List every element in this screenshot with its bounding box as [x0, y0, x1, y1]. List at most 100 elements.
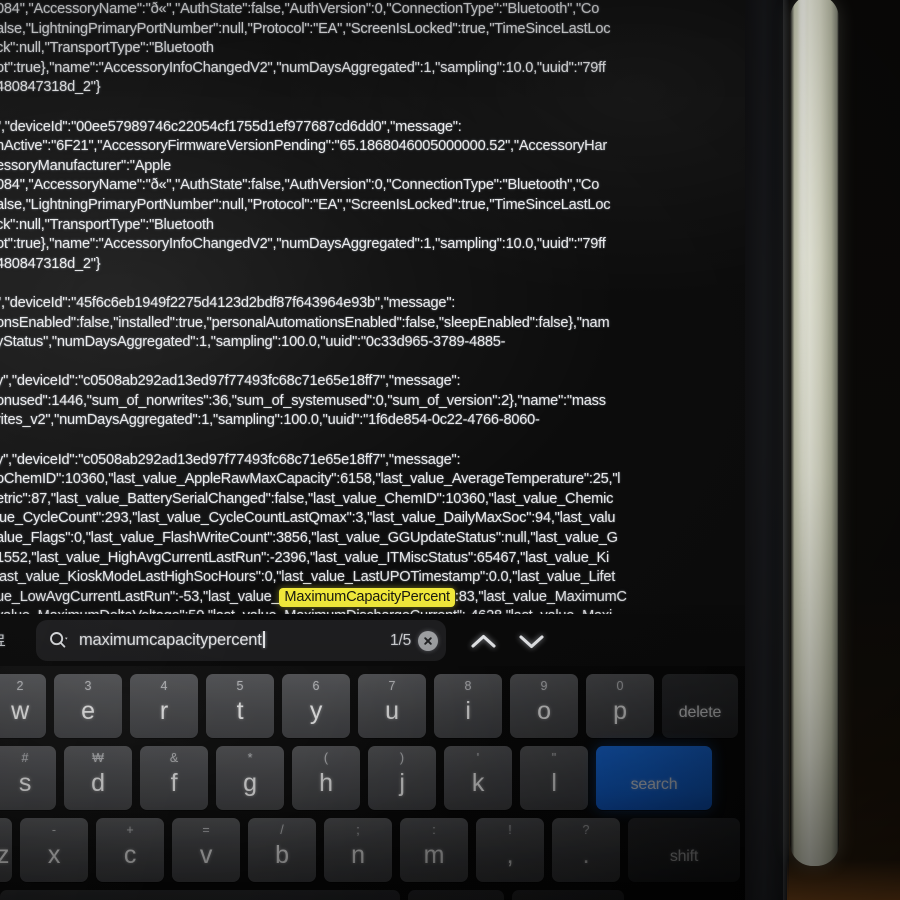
- key-y[interactable]: 6y: [282, 674, 350, 738]
- clear-search-icon[interactable]: [418, 630, 438, 651]
- log-line: 1552,"last_value_HighAvgCurrentLastRun":…: [0, 549, 610, 566]
- key-n[interactable]: ; n: [324, 818, 392, 882]
- key-label: l: [551, 769, 557, 797]
- find-input-container[interactable]: maximumcapacitypercent 1/5: [36, 620, 446, 661]
- log-line: ck":null,"TransportType":"Bluetooth: [0, 216, 214, 233]
- key-label: w: [11, 697, 29, 725]
- log-line: 084","AccessoryName":"ð«","AuthState":fa…: [0, 1, 600, 17]
- key-alt-label: /: [280, 823, 284, 837]
- key-alt-label: *: [247, 751, 253, 765]
- log-line: ot":true},"name":"AccessoryInfoChangedV2…: [0, 236, 606, 253]
- log-gap: [0, 431, 745, 451]
- key-alt-label: ?: [582, 823, 590, 837]
- key-m[interactable]: :m: [400, 818, 468, 882]
- key-alt-label: 9: [540, 679, 548, 693]
- key-blank-3-1[interactable]: [408, 890, 504, 900]
- search-input[interactable]: maximumcapacitypercent: [79, 631, 390, 650]
- key-label: o: [537, 697, 551, 725]
- key-label: n: [351, 841, 365, 869]
- key-s[interactable]: # s: [0, 746, 56, 810]
- key-e[interactable]: 3e: [54, 674, 122, 738]
- search-input-value: maximumcapacitypercent: [79, 631, 262, 649]
- key-label: p: [613, 697, 627, 725]
- keyboard-row-3: z - x + c = v / b; n: m!,?. shift: [0, 818, 745, 882]
- key-r[interactable]: 4r: [130, 674, 198, 738]
- key-l[interactable]: " l: [520, 746, 588, 810]
- log-line: y","deviceId":"c0508ab292ad13ed97f77493f…: [0, 451, 461, 468]
- json-log-viewport[interactable]: 084","AccessoryName":"ð«","AuthState":fa…: [0, 0, 745, 614]
- key-g[interactable]: * g: [216, 746, 284, 810]
- key-blank-3-2[interactable]: [512, 890, 624, 900]
- key-w[interactable]: 2w: [0, 674, 46, 738]
- key-alt-label: ': [476, 751, 480, 765]
- key-label: shift: [669, 848, 699, 865]
- key-alt-label: 8: [464, 679, 472, 693]
- key-label: k: [471, 769, 485, 797]
- device-screen: 084","AccessoryName":"ð«","AuthState":fa…: [0, 0, 745, 900]
- find-in-page-bar: 료 maximumcapacitypercent 1/5: [0, 614, 745, 666]
- key-alt-label: ;: [356, 823, 360, 837]
- find-next-button[interactable]: [510, 628, 552, 654]
- key-f[interactable]: & f: [140, 746, 208, 810]
- key-v[interactable]: = v: [172, 818, 240, 882]
- log-line: y","deviceId":"c0508ab292ad13ed97f77493f…: [0, 373, 461, 390]
- key-alt-label: ": [551, 751, 557, 765]
- log-line: onsEnabled":false,"installed":true,"pers…: [0, 314, 610, 331]
- key-k[interactable]: ' k: [444, 746, 512, 810]
- key-label: delete: [678, 704, 722, 721]
- log-line: essoryManufacturer":"Apple: [0, 157, 171, 174]
- key-u[interactable]: 7u: [358, 674, 426, 738]
- key-label: h: [319, 769, 333, 797]
- key-c[interactable]: + c: [96, 818, 164, 882]
- key-alt-label: 6: [312, 679, 320, 693]
- keyboard-accessory-left-label: 료: [0, 630, 14, 651]
- log-line: 480847318d_2"}: [0, 79, 101, 96]
- key-o[interactable]: 9o: [510, 674, 578, 738]
- log-line: oChemID":10360,"last_value_AppleRawMaxCa…: [0, 471, 621, 488]
- log-gap: [0, 98, 745, 118]
- log-line: lue_CycleCount":293,"last_value_CycleCou…: [0, 510, 616, 527]
- log-line: ue_LowAvgCurrentLastRun":-53,"last_value…: [0, 587, 627, 607]
- key-i[interactable]: 8i: [434, 674, 502, 738]
- log-line: value_MaximumDeltaVoltage":50,"last_valu…: [0, 607, 745, 614]
- log-line: yStatus","numDaysAggregated":1,"sampling…: [0, 334, 506, 351]
- key-alt-label: 7: [388, 679, 396, 693]
- key-label: i: [465, 697, 471, 725]
- on-screen-keyboard[interactable]: 2 w 3 e 4 r 5 t 6 y 7 u 8 i 9 o 0 p delete # s ₩ d & f * g(h) j ' k "…: [0, 666, 745, 900]
- key-p[interactable]: 0p: [586, 674, 654, 738]
- key-label: c: [123, 841, 137, 869]
- photographed-tablet-screenshot: 084","AccessoryName":"ð«","AuthState":fa…: [0, 0, 900, 900]
- key-alt-label: (: [323, 751, 329, 765]
- key-j[interactable]: ) j: [368, 746, 436, 810]
- device-bezel: [745, 0, 787, 900]
- key-t[interactable]: 5t: [206, 674, 274, 738]
- key-shift[interactable]: shift: [628, 818, 740, 882]
- key-x[interactable]: -x: [20, 818, 88, 882]
- log-line: last_value_KioskModeLastHighSocHours":0,…: [0, 569, 616, 586]
- key-.[interactable]: ?.: [552, 818, 620, 882]
- key-label: m: [423, 841, 445, 869]
- key-d[interactable]: ₩ d: [64, 746, 132, 810]
- log-line: rites_v2","numDaysAggregated":1,"samplin…: [0, 412, 540, 429]
- key-delete[interactable]: delete: [662, 674, 738, 738]
- key-label: t: [236, 697, 244, 725]
- key-label: y: [309, 697, 323, 725]
- keyboard-row-1: 2 w 3 e 4 r 5 t 6 y 7 u 8 i 9 o 0 p delete: [0, 674, 745, 738]
- key-,[interactable]: !,: [476, 818, 544, 882]
- log-line: 084","AccessoryName":"ð«","AuthState":fa…: [0, 177, 600, 194]
- device-edge: [783, 0, 789, 900]
- key-b[interactable]: / b: [248, 818, 316, 882]
- key-alt-label: 4: [160, 679, 168, 693]
- key-blank-3-0[interactable]: [0, 890, 400, 900]
- key-z[interactable]: z: [0, 818, 12, 882]
- key-alt-label: &: [169, 751, 179, 765]
- find-previous-button[interactable]: [462, 628, 504, 654]
- key-search[interactable]: search: [596, 746, 712, 810]
- search-icon[interactable]: [48, 630, 69, 651]
- key-label: .: [582, 841, 590, 869]
- key-h[interactable]: (h: [292, 746, 360, 810]
- log-line: ","deviceId":"45f6c6eb1949f2275d4123d2bd…: [0, 294, 456, 311]
- key-alt-label: !: [508, 823, 512, 837]
- key-label: b: [275, 841, 289, 869]
- log-line: ","deviceId":"00ee57989746c22054cf1755d1…: [0, 118, 462, 135]
